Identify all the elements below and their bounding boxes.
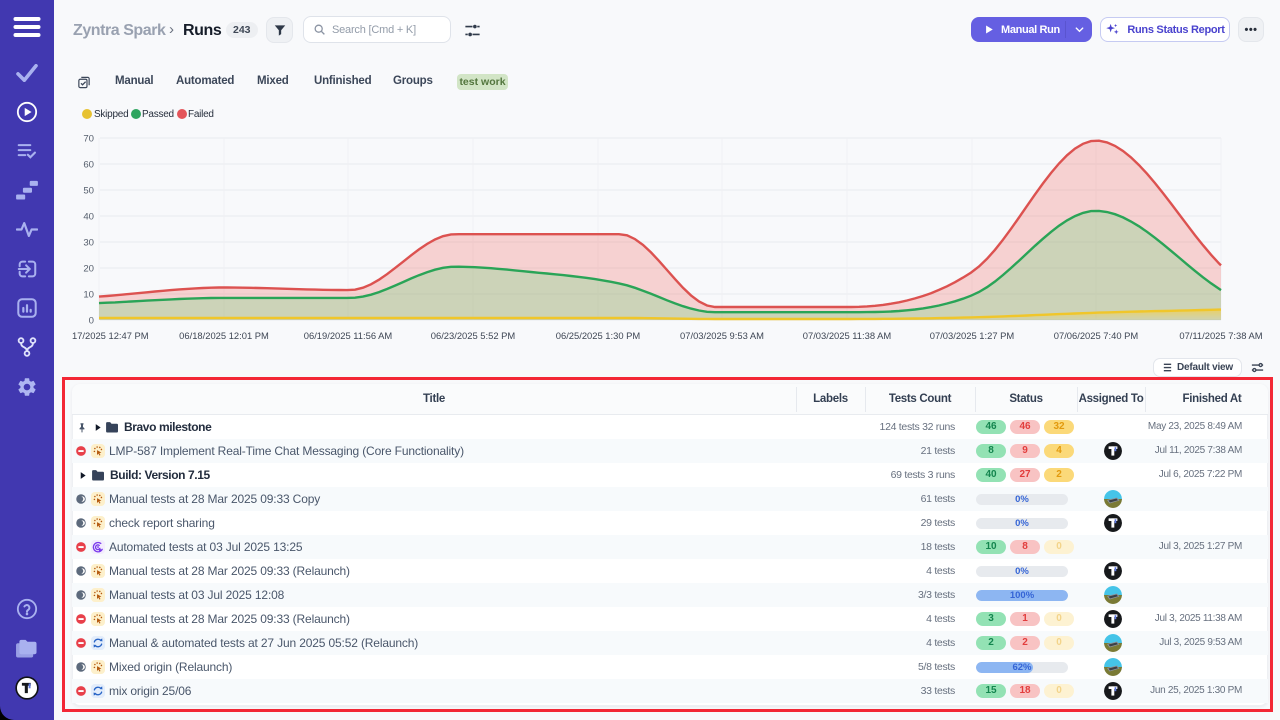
svg-text:07/11/2025 7:38 AM: 07/11/2025 7:38 AM <box>1179 330 1262 341</box>
svg-text:06/23/2025 5:52 PM: 06/23/2025 5:52 PM <box>431 330 516 341</box>
svg-text:40: 40 <box>83 212 94 223</box>
svg-text:20: 20 <box>83 264 94 275</box>
svg-text:60: 60 <box>83 160 94 171</box>
svg-text:0: 0 <box>89 316 94 327</box>
svg-text:07/03/2025 11:38 AM: 07/03/2025 11:38 AM <box>803 330 892 341</box>
svg-text:06/25/2025 1:30 PM: 06/25/2025 1:30 PM <box>556 330 641 341</box>
svg-text:07/06/2025 7:40 PM: 07/06/2025 7:40 PM <box>1054 330 1139 341</box>
svg-text:07/03/2025 1:27 PM: 07/03/2025 1:27 PM <box>930 330 1015 341</box>
svg-text:17/2025 12:47 PM: 17/2025 12:47 PM <box>72 330 149 341</box>
svg-text:10: 10 <box>83 290 94 301</box>
svg-text:06/18/2025 12:01 PM: 06/18/2025 12:01 PM <box>179 330 269 341</box>
svg-text:07/03/2025 9:53 AM: 07/03/2025 9:53 AM <box>680 330 764 341</box>
svg-text:70: 70 <box>83 134 94 145</box>
svg-text:06/19/2025 11:56 AM: 06/19/2025 11:56 AM <box>304 330 393 341</box>
svg-text:30: 30 <box>83 238 94 249</box>
svg-text:50: 50 <box>83 186 94 197</box>
